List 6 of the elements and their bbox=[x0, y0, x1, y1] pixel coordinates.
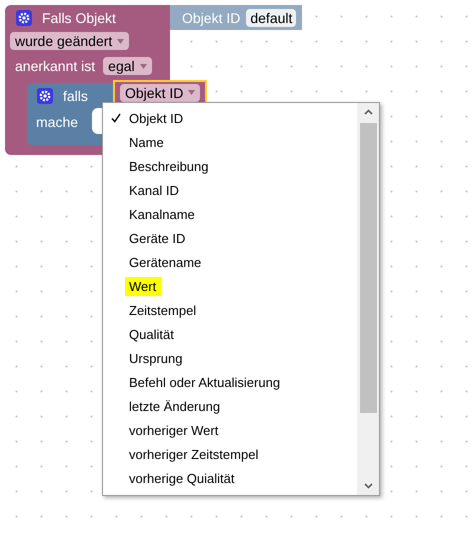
highlighter-mark: Wert bbox=[125, 276, 162, 296]
block-title: Falls Objekt bbox=[42, 10, 116, 26]
block-label: Objekt ID bbox=[182, 10, 240, 26]
block-label: mache bbox=[36, 114, 78, 130]
block-label: anerkannt ist bbox=[15, 58, 96, 74]
block-label: falls bbox=[63, 88, 88, 104]
